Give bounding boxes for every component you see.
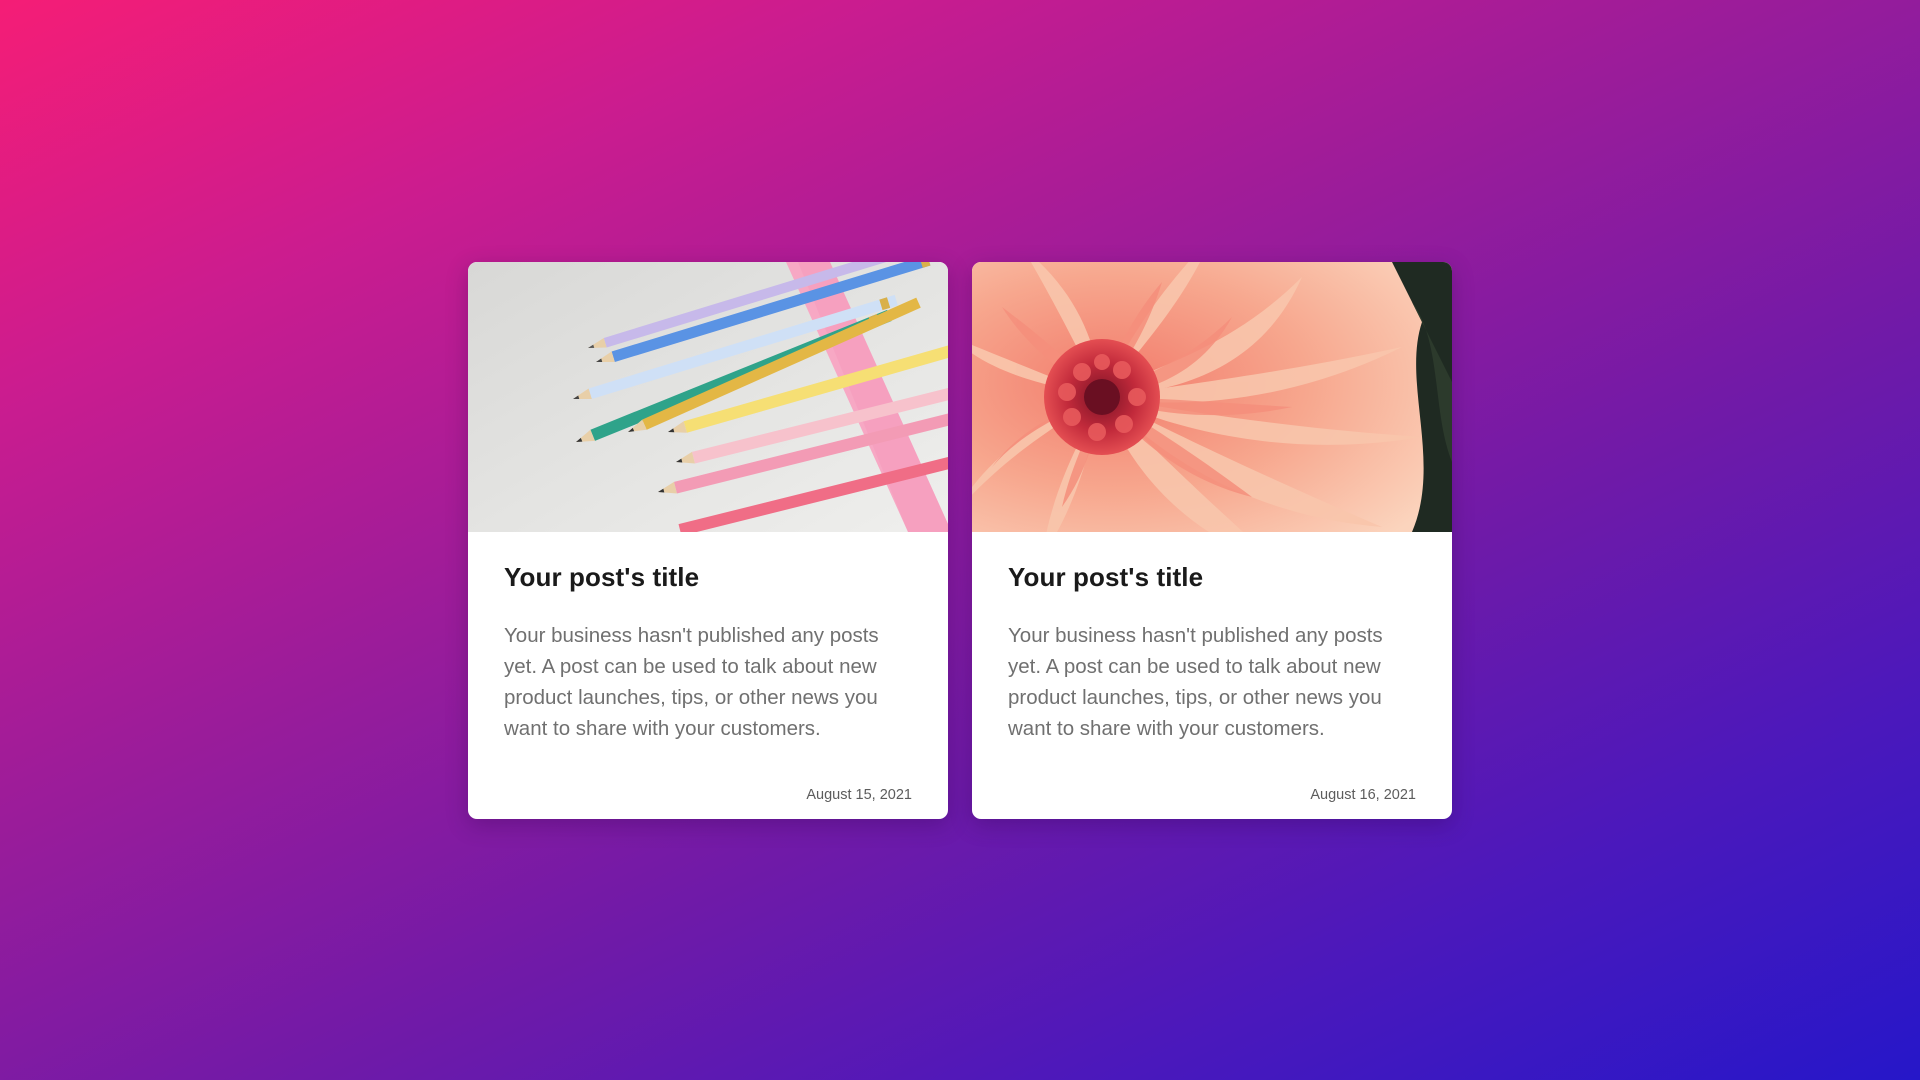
post-card-list: Your post's title Your business hasn't p… xyxy=(468,262,1452,819)
post-title[interactable]: Your post's title xyxy=(504,562,699,593)
post-excerpt: Your business hasn't published any posts… xyxy=(504,624,879,740)
dahlia-flower-image[interactable] xyxy=(972,262,1452,532)
post-card-body: Your post's title Your business hasn't p… xyxy=(468,532,948,819)
post-card[interactable]: Your post's title Your business hasn't p… xyxy=(972,262,1452,819)
post-card[interactable]: Your post's title Your business hasn't p… xyxy=(468,262,948,819)
post-date: August 15, 2021 xyxy=(806,787,912,803)
colored-pencils-image[interactable] xyxy=(468,262,948,532)
post-excerpt: Your business hasn't published any posts… xyxy=(1008,624,1383,740)
post-date: August 16, 2021 xyxy=(1310,787,1416,803)
page-background: { "posts": [ { "image": "colored-pencils… xyxy=(0,0,1920,1080)
post-title[interactable]: Your post's title xyxy=(1008,562,1203,593)
post-card-body: Your post's title Your business hasn't p… xyxy=(972,532,1452,819)
